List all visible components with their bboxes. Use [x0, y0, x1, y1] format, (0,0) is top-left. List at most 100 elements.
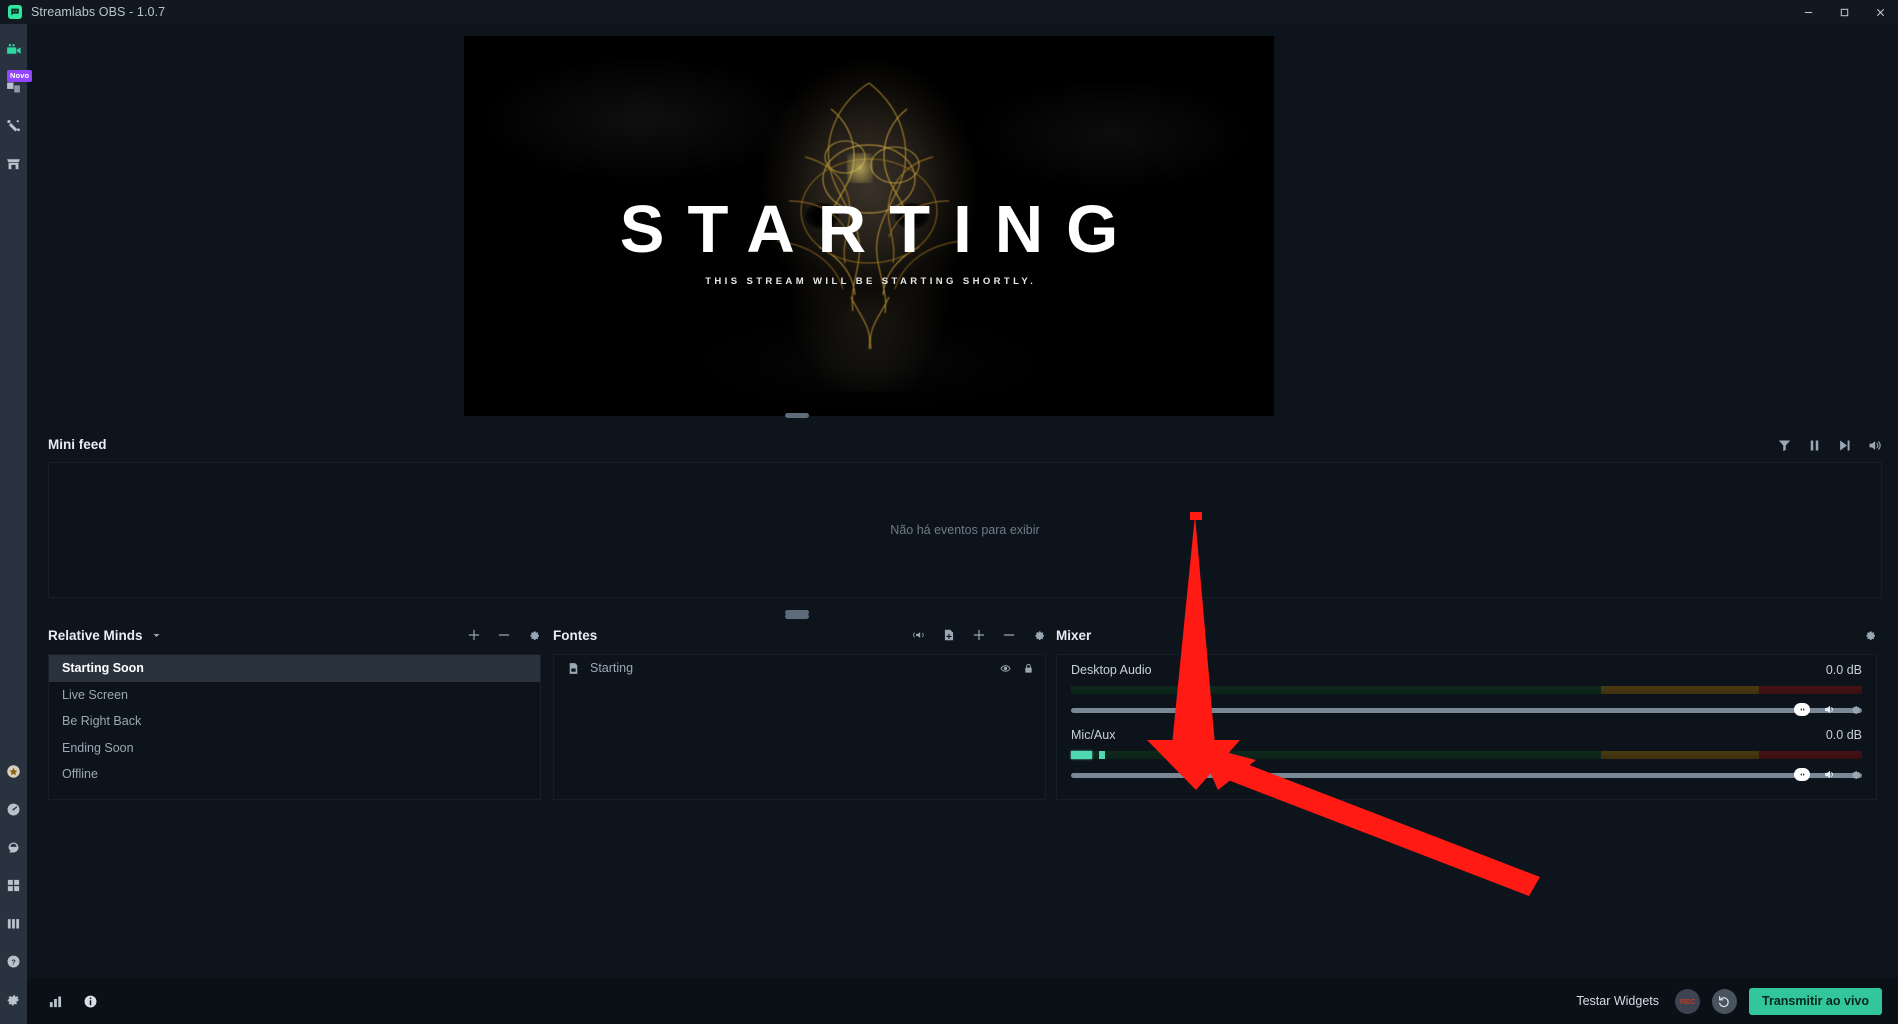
- magic-wand-icon: [7, 119, 20, 132]
- gear-icon: [7, 994, 20, 1005]
- window-title: Streamlabs OBS - 1.0.7: [31, 5, 166, 19]
- scene-item-be-right-back[interactable]: Be Right Back: [49, 708, 540, 735]
- info-icon[interactable]: [83, 994, 98, 1009]
- add-source-icon[interactable]: [972, 628, 986, 642]
- mixer-title: Mixer: [1056, 627, 1092, 643]
- sidebar-item-dashboard[interactable]: [0, 790, 27, 828]
- sidebar-item-editor[interactable]: [0, 30, 27, 68]
- mixer-channel-header: Desktop Audio 0.0 dB: [1071, 663, 1862, 677]
- scenes-list[interactable]: Starting Soon Live Screen Be Right Back …: [48, 654, 541, 800]
- skip-next-icon[interactable]: [1837, 438, 1852, 453]
- mixer-header-icons: [1863, 620, 1877, 650]
- mixer-volume-slider-row: [1071, 767, 1862, 783]
- mini-feed-header: Mini feed: [48, 432, 1882, 458]
- scene-label: Offline: [62, 767, 98, 782]
- scenes-panel: Relative Minds Starting Soon Live Screen…: [48, 620, 541, 800]
- slider-handle-icon[interactable]: [1794, 768, 1810, 781]
- scene-label: Ending Soon: [62, 740, 134, 755]
- sidebar-item-settings[interactable]: [0, 980, 27, 1018]
- preview-area: STARTING THIS STREAM WILL BE STARTING SH…: [27, 24, 1898, 420]
- mixer-volume-slider-row: [1071, 702, 1862, 718]
- mixer-channel-name: Mic/Aux: [1071, 728, 1116, 742]
- mixer-volume-slider[interactable]: [1071, 772, 1862, 778]
- sidebar-item-cloudbot[interactable]: [0, 828, 27, 866]
- window-controls: [1790, 0, 1898, 24]
- sidebar-item-prime[interactable]: [0, 752, 27, 790]
- scene-item-ending-soon[interactable]: Ending Soon: [49, 735, 540, 762]
- left-navigation: Novo ?: [0, 24, 33, 1024]
- mixer-body: Desktop Audio 0.0 dB Mic/Aux 0.0 dB: [1056, 654, 1877, 800]
- scene-subheading: THIS STREAM WILL BE STARTING SHORTLY.: [705, 276, 1037, 287]
- dashboard-clock-icon: [7, 803, 20, 815]
- mixer-channel-mic-aux: Mic/Aux 0.0 dB: [1071, 728, 1862, 783]
- slider-handle-icon[interactable]: [1794, 703, 1810, 716]
- cloudbot-icon: [8, 842, 19, 852]
- prime-star-icon: [7, 764, 20, 778]
- status-bar: Testar Widgets REC Transmitir ao vivo: [27, 978, 1898, 1024]
- sources-header-icons: [912, 620, 1046, 650]
- mixer-channel-name: Desktop Audio: [1071, 663, 1152, 677]
- scene-heading: STARTING: [619, 192, 1142, 267]
- scene-item-starting-soon[interactable]: Starting Soon: [49, 655, 540, 682]
- test-widgets-button[interactable]: Testar Widgets: [1576, 994, 1659, 1008]
- mixer-channel-desktop-audio: Desktop Audio 0.0 dB: [1071, 663, 1862, 718]
- performance-bars-icon[interactable]: [48, 994, 63, 1009]
- pause-icon[interactable]: [1807, 438, 1822, 453]
- mixer-channel-settings-icon[interactable]: [1849, 768, 1862, 781]
- remove-scene-icon[interactable]: [497, 628, 511, 642]
- minimize-icon[interactable]: [1790, 0, 1826, 24]
- mixer-channel-settings-icon[interactable]: [1849, 703, 1862, 716]
- mixer-mute-volume-icon[interactable]: [1823, 703, 1836, 716]
- lock-icon[interactable]: [1023, 663, 1034, 674]
- preview-resize-handle[interactable]: [785, 413, 809, 418]
- chevron-down-icon[interactable]: [152, 631, 161, 640]
- scene-settings-icon[interactable]: [527, 628, 541, 642]
- sidebar-item-analytics[interactable]: [0, 904, 27, 942]
- sources-list[interactable]: Starting: [553, 654, 1046, 800]
- svg-text:?: ?: [11, 957, 16, 966]
- mixer-channel-header: Mic/Aux 0.0 dB: [1071, 728, 1862, 742]
- record-button[interactable]: REC: [1675, 988, 1701, 1014]
- bar-chart-icon: [7, 918, 20, 928]
- audio-source-icon[interactable]: [912, 628, 926, 642]
- scene-preview[interactable]: STARTING THIS STREAM WILL BE STARTING SH…: [464, 36, 1274, 416]
- add-scene-icon[interactable]: [467, 628, 481, 642]
- mixer-settings-gear-icon[interactable]: [1863, 628, 1877, 642]
- maximize-icon[interactable]: [1826, 0, 1862, 24]
- eye-icon[interactable]: [1000, 663, 1011, 674]
- sidebar-item-help[interactable]: ?: [0, 942, 27, 980]
- sources-resize-handle[interactable]: [785, 610, 809, 615]
- image-file-icon: [569, 662, 578, 674]
- bottom-panels: Relative Minds Starting Soon Live Screen…: [27, 610, 1898, 800]
- status-bar-right: Testar Widgets REC Transmitir ao vivo: [1576, 978, 1882, 1024]
- add-file-source-icon[interactable]: [942, 628, 956, 642]
- scenes-title: Relative Minds: [48, 627, 143, 643]
- replay-buffer-icon[interactable]: [1712, 988, 1738, 1014]
- app-logo-icon: [8, 5, 22, 19]
- scene-item-live-screen[interactable]: Live Screen: [49, 682, 540, 709]
- video-camera-icon: [7, 43, 21, 54]
- sidebar-item-themes[interactable]: Novo: [0, 68, 33, 106]
- remove-source-icon[interactable]: [1002, 628, 1016, 642]
- streamlabs-obs-window: Streamlabs OBS - 1.0.7 Novo ? STARTING T…: [0, 0, 1898, 1024]
- sources-panel: Fontes Starting: [553, 610, 1046, 800]
- close-icon[interactable]: [1862, 0, 1898, 24]
- mini-feed-controls: [1777, 432, 1882, 458]
- status-bar-left: [48, 978, 98, 1024]
- go-live-button[interactable]: Transmitir ao vivo: [1749, 987, 1882, 1015]
- mixer-mute-volume-icon[interactable]: [1823, 768, 1836, 781]
- volume-icon[interactable]: [1867, 438, 1882, 453]
- mini-feed-title: Mini feed: [48, 437, 107, 452]
- sources-title: Fontes: [553, 627, 598, 643]
- scene-item-offline[interactable]: Offline: [49, 761, 540, 788]
- source-settings-icon[interactable]: [1032, 628, 1046, 642]
- new-badge: Novo: [7, 70, 33, 82]
- sidebar-item-alertbox[interactable]: [0, 106, 27, 144]
- filter-funnel-icon[interactable]: [1777, 438, 1792, 453]
- source-label: Starting: [590, 661, 634, 676]
- apps-grid-icon: [7, 879, 20, 891]
- sidebar-item-apps[interactable]: [0, 866, 27, 904]
- mixer-volume-slider[interactable]: [1071, 707, 1862, 713]
- source-item-starting[interactable]: Starting: [554, 655, 1045, 682]
- sidebar-item-store[interactable]: [0, 144, 27, 182]
